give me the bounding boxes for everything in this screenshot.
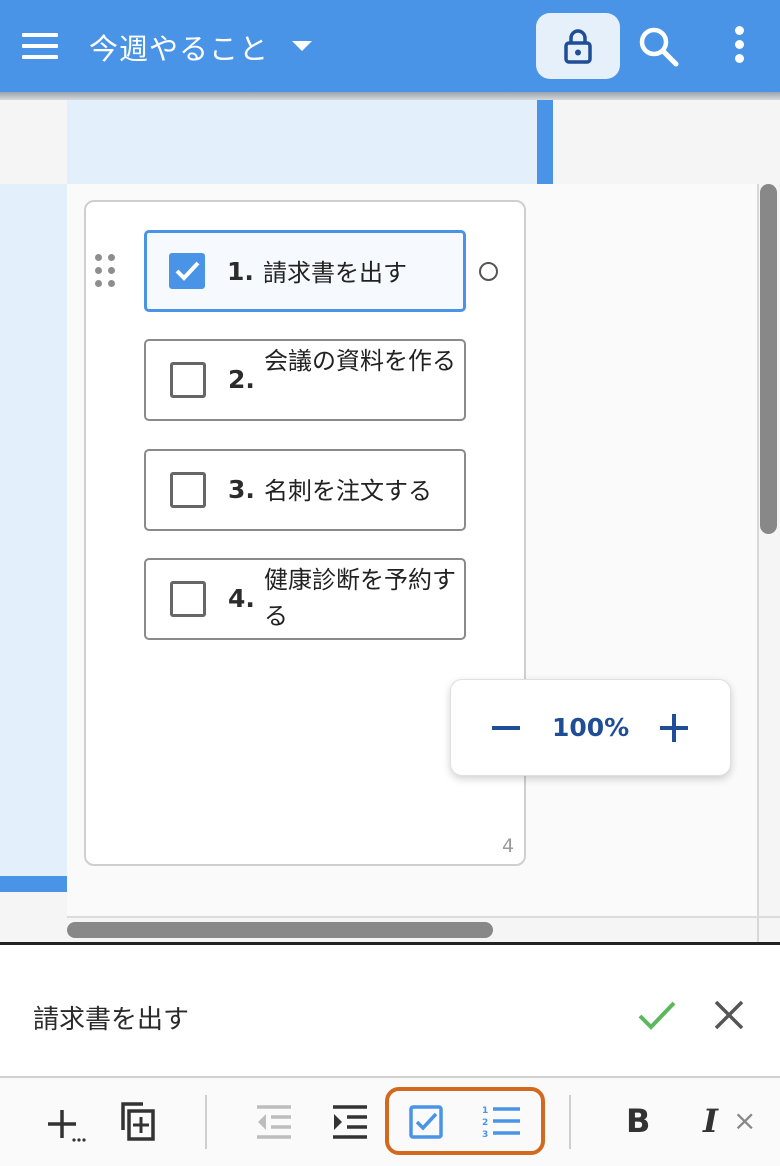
svg-text:1: 1 bbox=[482, 1106, 488, 1116]
checklist-item[interactable]: 3. 名刺を注文する bbox=[144, 449, 466, 531]
svg-text:3: 3 bbox=[482, 1130, 488, 1140]
item-number: 3. bbox=[228, 475, 255, 504]
dropdown-caret-icon[interactable] bbox=[292, 41, 312, 51]
checkbox-icon[interactable] bbox=[170, 581, 206, 617]
item-text: 会議の資料を作る bbox=[264, 347, 456, 375]
more-vert-icon[interactable] bbox=[722, 26, 758, 66]
svg-text:2: 2 bbox=[482, 1118, 488, 1128]
outdent-icon[interactable] bbox=[255, 1104, 293, 1140]
toolbar-separator bbox=[205, 1095, 207, 1149]
item-text: 請求書を出す bbox=[263, 259, 407, 287]
numbered-list-icon[interactable]: 1 2 3 bbox=[481, 1104, 521, 1140]
checklist-item[interactable]: 2. 会議の資料を作る bbox=[144, 339, 466, 421]
checklist-icon[interactable] bbox=[408, 1104, 444, 1140]
toolbar-separator bbox=[569, 1095, 571, 1149]
page-number: 4 bbox=[502, 835, 515, 857]
item-text: 健康診断を予約する bbox=[264, 566, 456, 630]
checkbox-icon[interactable] bbox=[170, 362, 206, 398]
indent-icon[interactable] bbox=[331, 1104, 369, 1140]
cancel-close-icon[interactable] bbox=[712, 998, 746, 1032]
checkbox-checked-icon[interactable] bbox=[169, 253, 205, 289]
zoom-out-button[interactable] bbox=[492, 726, 520, 730]
drag-handle-icon[interactable] bbox=[94, 254, 118, 288]
item-status-circle[interactable] bbox=[479, 262, 498, 281]
duplicate-icon[interactable] bbox=[119, 1100, 159, 1144]
top-ruler-band bbox=[67, 100, 537, 184]
search-icon bbox=[639, 27, 679, 67]
top-ruler-accent bbox=[537, 100, 553, 184]
add-more-icon[interactable] bbox=[44, 1104, 88, 1144]
checklist-item[interactable]: 4. 健康診断を予約する bbox=[144, 558, 466, 640]
confirm-check-icon[interactable] bbox=[636, 998, 678, 1034]
lock-button[interactable] bbox=[536, 13, 620, 79]
checkbox-icon[interactable] bbox=[170, 472, 206, 508]
app-bar-shadow bbox=[0, 92, 780, 100]
clear-format-icon[interactable]: × bbox=[733, 1104, 756, 1137]
lock-icon bbox=[564, 29, 592, 64]
item-text-input[interactable] bbox=[33, 1002, 593, 1032]
search-button[interactable] bbox=[636, 24, 682, 70]
left-ruler-accent bbox=[0, 876, 67, 892]
item-number: 2. bbox=[228, 365, 255, 394]
italic-icon[interactable]: I bbox=[703, 1102, 718, 1140]
left-ruler-band bbox=[0, 184, 67, 876]
zoom-in-button[interactable] bbox=[660, 714, 688, 742]
horizontal-scroll-track bbox=[67, 916, 780, 918]
item-text: 名刺を注文する bbox=[264, 477, 432, 505]
horizontal-scrollbar[interactable] bbox=[67, 922, 493, 938]
item-number: 4. bbox=[228, 584, 255, 613]
menu-icon[interactable] bbox=[22, 33, 58, 59]
vertical-scrollbar[interactable] bbox=[760, 184, 777, 534]
page-title[interactable]: 今週やること bbox=[89, 26, 269, 68]
vertical-scroll-track bbox=[757, 184, 759, 942]
checklist-item[interactable]: 1. 請求書を出す bbox=[144, 230, 466, 312]
item-number: 1. bbox=[227, 257, 254, 286]
zoom-level: 100% bbox=[552, 713, 630, 742]
bold-icon[interactable]: B bbox=[626, 1102, 650, 1140]
